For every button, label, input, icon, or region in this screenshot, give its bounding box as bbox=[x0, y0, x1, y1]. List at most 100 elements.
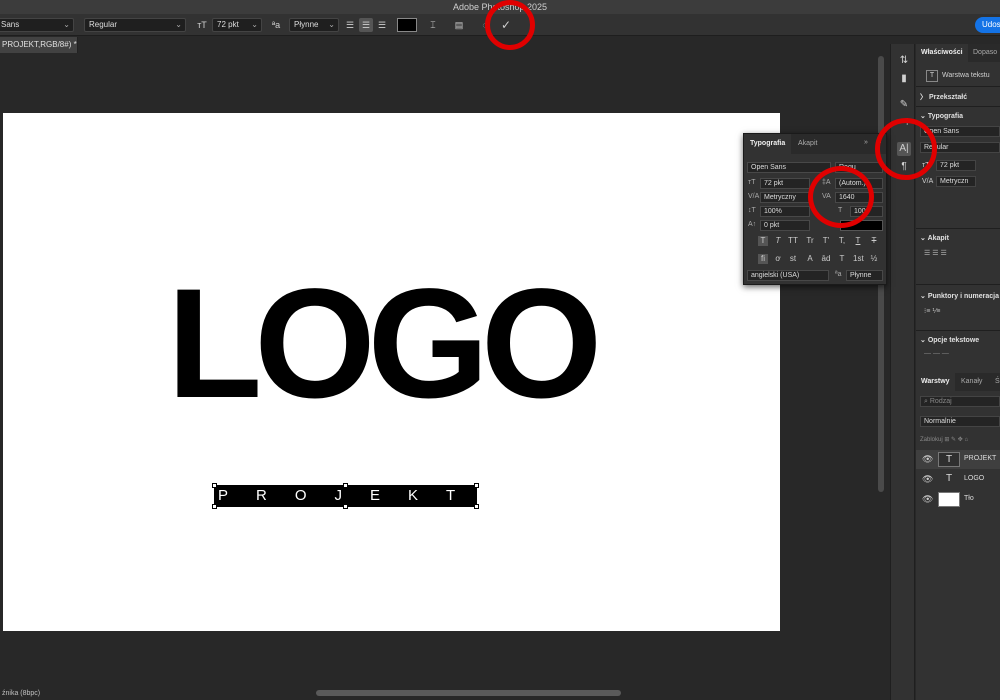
font-style-value: Regular bbox=[89, 20, 118, 29]
logo-text-layer[interactable]: LOGO bbox=[167, 266, 602, 422]
align-center-icon[interactable]: ☰ bbox=[359, 18, 373, 32]
small-caps-button[interactable]: Tr bbox=[805, 236, 815, 246]
typo-font-family[interactable]: Open Sans bbox=[747, 162, 831, 173]
layer-row-background[interactable]: 👁 Tło bbox=[916, 490, 1000, 509]
background-layer-thumbnail bbox=[938, 492, 960, 507]
text-options-section[interactable]: ⌄ Opcje tekstowe bbox=[920, 336, 979, 344]
typo-language-select[interactable]: angielski (USA) bbox=[747, 270, 829, 281]
transform-handle[interactable] bbox=[474, 504, 479, 509]
align-right-icon[interactable]: ☰ bbox=[375, 18, 389, 32]
tab-paragraph[interactable]: Akapit bbox=[792, 134, 823, 154]
typo-kerning[interactable]: Metryczny bbox=[760, 192, 810, 203]
transform-handle[interactable] bbox=[474, 483, 479, 488]
divider bbox=[916, 284, 1000, 285]
bullets-section[interactable]: ⌄ Punktory i numeracja bbox=[920, 292, 999, 300]
comments-icon[interactable]: ▮ bbox=[897, 72, 911, 86]
properties-font-size[interactable]: 72 pkt bbox=[936, 160, 976, 171]
font-style-select[interactable]: Regular ⌄ bbox=[84, 18, 186, 32]
typo-font-size[interactable]: 72 pkt bbox=[760, 178, 810, 189]
tab-properties[interactable]: Właściwości bbox=[916, 44, 968, 62]
typography-panel-tabs: Typografia Akapit » ≡ bbox=[744, 134, 886, 154]
font-size-select[interactable]: 72 pkt ⌄ bbox=[212, 18, 262, 32]
history-icon[interactable]: ⇅ bbox=[897, 54, 911, 68]
document-tab[interactable]: PROJEKT,RGB/8#) * bbox=[0, 37, 78, 53]
layer-name: Tło bbox=[964, 495, 974, 502]
text-layer-icon: T bbox=[926, 70, 938, 82]
paragraph-section-label: Akapit bbox=[927, 235, 949, 242]
discretionary-ligatures-button[interactable]: st bbox=[788, 254, 798, 264]
divider bbox=[916, 330, 1000, 331]
layer-row-projekt[interactable]: 👁 T PROJEKT bbox=[916, 450, 1000, 469]
swash-button[interactable]: A bbox=[805, 254, 815, 264]
visibility-eye-icon[interactable]: 👁 bbox=[922, 454, 933, 465]
text-layer-thumbnail: T bbox=[945, 473, 953, 484]
chevron-down-icon: ⌄ bbox=[175, 20, 182, 29]
typography-section-label: Typografia bbox=[927, 113, 964, 120]
faux-bold-button[interactable]: T bbox=[758, 236, 768, 246]
stylistic-alternates-button[interactable]: ād bbox=[821, 254, 831, 264]
align-left-icon[interactable]: ☰ bbox=[343, 18, 357, 32]
align-buttons[interactable]: ☰ ☰ ☰ bbox=[924, 249, 947, 257]
tab-typography[interactable]: Typografia bbox=[744, 134, 792, 154]
typography-section[interactable]: ⌄ Typografia bbox=[920, 112, 963, 120]
font-family-select[interactable]: Sans ⌄ bbox=[0, 18, 74, 32]
layer-name: PROJEKT bbox=[964, 455, 997, 462]
tab-adjustments[interactable]: Dopaso bbox=[968, 44, 1000, 62]
antialias-select[interactable]: Płynne ⌄ bbox=[289, 18, 339, 32]
chevron-down-icon: ⌄ bbox=[63, 20, 70, 29]
ordinals-button[interactable]: 1st bbox=[853, 254, 864, 264]
bullets-buttons[interactable]: ⁝≡ ⅟≡ bbox=[924, 307, 940, 315]
tab-paths[interactable]: Ś bbox=[990, 373, 1000, 391]
antialias-icon: ªa bbox=[271, 20, 281, 30]
fractions-button[interactable]: ½ bbox=[869, 254, 879, 264]
warp-text-icon[interactable]: ⌶ bbox=[426, 18, 440, 32]
properties-kerning[interactable]: Metryczn bbox=[936, 176, 976, 187]
properties-tabs: Właściwości Dopaso bbox=[916, 44, 1000, 62]
collapse-icon[interactable]: » bbox=[864, 139, 868, 146]
transform-handle[interactable] bbox=[212, 483, 217, 488]
faux-italic-button[interactable]: T bbox=[773, 236, 783, 246]
visibility-eye-icon[interactable]: 👁 bbox=[922, 474, 933, 485]
subtitle-text-layer[interactable]: PROJEKT bbox=[218, 487, 478, 505]
bullets-section-label: Punktory i numeracja bbox=[927, 293, 1000, 300]
contextual-alternates-button[interactable]: ơ bbox=[773, 254, 783, 264]
ligatures-button[interactable]: fi bbox=[758, 254, 768, 264]
tab-channels[interactable]: Kanały bbox=[956, 373, 987, 391]
divider bbox=[916, 228, 1000, 229]
underline-button[interactable]: T bbox=[853, 236, 863, 246]
layer-kind-label: Warstwa tekstu bbox=[942, 72, 990, 79]
baseline-shift-icon: A↑ bbox=[748, 221, 757, 228]
kerning-icon: V/A bbox=[922, 178, 934, 185]
blend-mode-select[interactable]: Normalnie bbox=[920, 416, 1000, 427]
transform-handle[interactable] bbox=[343, 483, 348, 488]
layers-search-input[interactable]: ⌕ Rodzaj bbox=[920, 396, 1000, 407]
typo-antialias-select[interactable]: Płynne bbox=[846, 270, 883, 281]
transform-section[interactable]: 〉 Przekształć bbox=[920, 92, 967, 102]
visibility-eye-icon[interactable]: 👁 bbox=[922, 494, 933, 505]
layers-tabs: Warstwy Kanały Ś bbox=[916, 373, 1000, 391]
typo-baseline-shift[interactable]: 0 pkt bbox=[760, 220, 810, 231]
all-caps-button[interactable]: TT bbox=[788, 236, 798, 246]
layer-row-logo[interactable]: 👁 T LOGO bbox=[916, 470, 1000, 489]
transform-handle[interactable] bbox=[343, 504, 348, 509]
text-color-swatch[interactable] bbox=[397, 18, 417, 32]
brush-icon[interactable]: ✎ bbox=[897, 98, 911, 112]
text-options-controls[interactable]: — — — bbox=[924, 350, 949, 357]
annotation-circle-commit bbox=[485, 0, 535, 50]
chevron-down-icon: ⌄ bbox=[251, 20, 258, 29]
horizontal-scrollbar[interactable] bbox=[316, 690, 621, 696]
typo-vertical-scale[interactable]: 100% bbox=[760, 206, 810, 217]
font-size-icon: ᴛT bbox=[197, 20, 207, 30]
paragraph-section[interactable]: ⌄ Akapit bbox=[920, 234, 949, 242]
layer-name: LOGO bbox=[964, 475, 985, 482]
character-panel-icon[interactable]: ▤ bbox=[452, 18, 466, 32]
tab-layers[interactable]: Warstwy bbox=[916, 373, 955, 391]
superscript-button[interactable]: T' bbox=[821, 236, 831, 246]
transform-handle[interactable] bbox=[212, 504, 217, 509]
strikethrough-button[interactable]: T bbox=[869, 236, 879, 246]
kerning-icon: V/A bbox=[748, 193, 760, 200]
share-button[interactable]: Udos bbox=[975, 17, 1000, 33]
titling-alternates-button[interactable]: T bbox=[837, 254, 847, 264]
transform-section-label: Przekształć bbox=[928, 94, 968, 101]
subscript-button[interactable]: T, bbox=[837, 236, 847, 246]
